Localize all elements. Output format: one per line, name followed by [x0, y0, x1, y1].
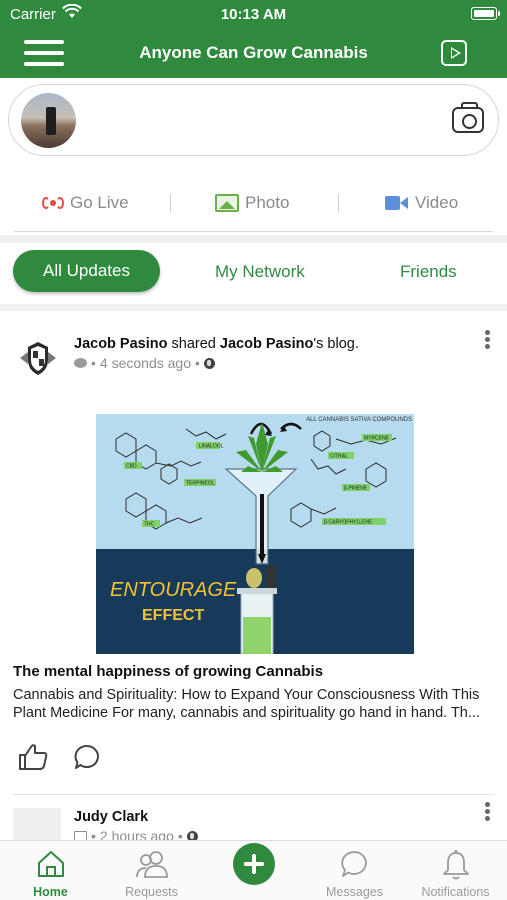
people-icon [135, 851, 168, 878]
image-small-icon [74, 831, 87, 840]
page-title: Anyone Can Grow Cannabis [139, 43, 368, 62]
feed-filter-tabs: All Updates My Network Friends [0, 248, 507, 298]
tab-label: Messages [326, 885, 383, 899]
video-play-icon[interactable] [441, 40, 467, 66]
post-image[interactable]: ALL CANNABIS SATIVA COMPOUNDS LINALOOL M… [96, 414, 414, 654]
meta-dot: • [91, 355, 96, 371]
post-verb: shared [167, 336, 220, 352]
shared-from-name[interactable]: Jacob Pasino [220, 336, 313, 352]
author-avatar[interactable] [13, 808, 61, 840]
composer-actions: Go Live Photo Video [0, 186, 507, 222]
video-button[interactable]: Video [385, 186, 458, 220]
author-name[interactable]: Judy Clark [74, 809, 148, 825]
photo-label: Photo [245, 193, 290, 212]
meta-dot: • [194, 355, 200, 371]
tab-friends[interactable]: Friends [400, 262, 457, 282]
battery-icon [471, 7, 500, 20]
post-composer[interactable] [8, 84, 499, 156]
tab-my-network[interactable]: My Network [215, 262, 305, 282]
compound-label: β-PINENE [344, 486, 368, 492]
go-live-button[interactable]: Go Live [42, 186, 129, 220]
add-post-button[interactable] [233, 843, 275, 885]
post-meta: • 4 seconds ago • [74, 355, 215, 371]
meta-dot: • [177, 828, 183, 840]
post-time: 4 seconds ago [99, 355, 191, 371]
post-header: Jacob Pasino shared Jacob Pasino's blog. [74, 336, 359, 352]
tab-requests[interactable]: Requests [101, 841, 202, 900]
comment-small-icon [74, 358, 87, 368]
home-icon [37, 851, 64, 877]
tab-label: Notifications [421, 885, 490, 899]
compound-label: TERPINEOL [186, 481, 215, 487]
divider [338, 194, 339, 212]
meta-dot: • [91, 828, 96, 840]
section-separator [0, 235, 507, 243]
compound-label: CBD [126, 464, 137, 470]
compound-label: THC [144, 522, 155, 528]
video-label: Video [415, 193, 459, 212]
post-excerpt[interactable]: Cannabis and Spirituality: How to Expand… [13, 686, 495, 722]
avatar[interactable] [21, 93, 76, 148]
status-bar: Carrier 10:13 AM [0, 0, 507, 28]
compound-label: CITRAL [330, 454, 348, 460]
image-headline: ENTOURAGE [110, 579, 237, 601]
more-options-icon[interactable] [485, 330, 491, 350]
compound-label: LINALOOL [199, 444, 224, 450]
photo-button[interactable]: Photo [215, 186, 289, 220]
more-options-icon[interactable] [485, 802, 491, 822]
bell-icon [442, 850, 469, 880]
tab-home[interactable]: Home [0, 841, 101, 900]
tab-label: Requests [125, 885, 178, 899]
camera-icon[interactable] [452, 102, 484, 133]
tab-label: Home [33, 885, 68, 899]
like-icon[interactable] [18, 743, 48, 771]
divider [170, 194, 171, 212]
tab-all-updates[interactable]: All Updates [13, 250, 160, 292]
chat-icon [340, 851, 367, 877]
post-time: 2 hours ago [99, 828, 174, 840]
feed-post: Judy Clark • 2 hours ago • [0, 796, 507, 840]
globe-icon [203, 357, 215, 369]
author-name[interactable]: Jacob Pasino [74, 336, 167, 352]
section-separator [0, 304, 507, 311]
post-suffix: 's blog. [313, 336, 359, 352]
clock: 10:13 AM [220, 6, 287, 23]
post-meta: • 2 hours ago • [74, 828, 198, 840]
comment-icon[interactable] [73, 743, 101, 771]
go-live-label: Go Live [70, 193, 129, 212]
divider [14, 231, 493, 232]
divider [13, 794, 494, 795]
video-camera-icon [385, 195, 409, 211]
tab-notifications[interactable]: Notifications [405, 841, 506, 900]
compound-label: MYRCENE [364, 436, 390, 442]
photo-icon [215, 194, 239, 212]
tab-messages[interactable]: Messages [304, 841, 405, 900]
globe-icon [186, 830, 198, 840]
compound-label: β-CARYOPHYLLENE [324, 520, 373, 526]
live-icon [42, 194, 64, 212]
post-title[interactable]: The mental happiness of growing Cannabis [13, 663, 323, 680]
image-caption: ALL CANNABIS SATIVA COMPOUNDS [306, 417, 412, 423]
menu-icon[interactable] [24, 40, 64, 68]
author-avatar[interactable] [16, 338, 60, 378]
nav-bar: Anyone Can Grow Cannabis [0, 28, 507, 78]
image-subheadline: EFFECT [142, 607, 204, 624]
